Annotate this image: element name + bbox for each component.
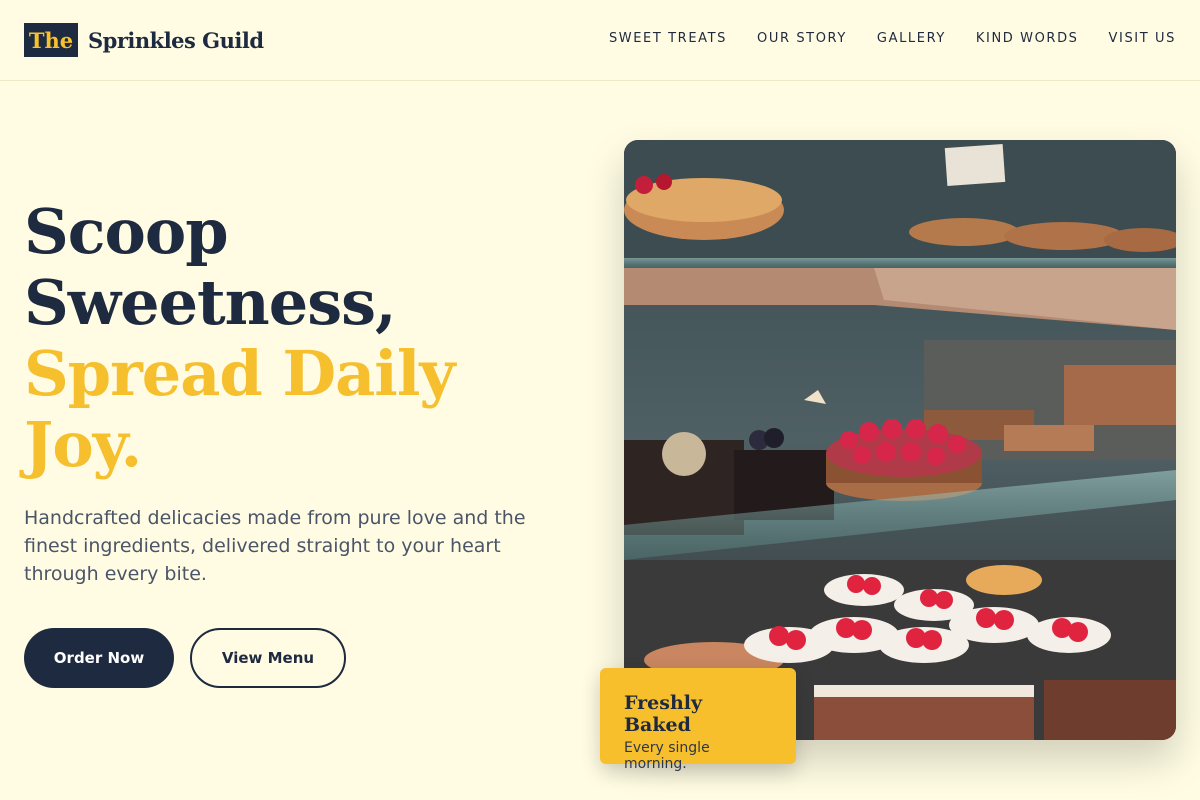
hero-title-line: Sweetness,	[24, 266, 397, 339]
hero-title-accent-line: Joy.	[24, 408, 142, 481]
badge-title: Freshly Baked	[624, 692, 703, 736]
nav-our-story[interactable]: OUR STORY	[757, 31, 847, 46]
freshly-baked-badge: Freshly Baked Every single morning.	[600, 668, 796, 772]
nav-gallery[interactable]: GALLERY	[877, 31, 946, 46]
badge-subtitle: Every single morning.	[624, 740, 710, 772]
hero-title-accent-line: Spread Daily	[24, 337, 455, 410]
main-nav: SWEET TREATS OUR STORY GALLERY KIND WORD…	[609, 31, 1176, 46]
site-header: The Sprinkles Guild SWEET TREATS OUR STO…	[0, 0, 1200, 81]
order-now-button[interactable]: Order Now	[24, 628, 174, 688]
nav-sweet-treats[interactable]: SWEET TREATS	[609, 31, 727, 46]
hero-title: Scoop Sweetness, Spread Daily Joy.	[24, 196, 544, 480]
logo-name: Sprinkles Guild	[88, 27, 264, 53]
nav-kind-words[interactable]: KIND WORDS	[976, 31, 1079, 46]
hero-subtitle: Handcrafted delicacies made from pure lo…	[24, 507, 526, 585]
bakery-display-photo	[624, 140, 1176, 740]
logo-mark: The	[24, 23, 78, 57]
hero-title-line: Scoop	[24, 195, 229, 268]
pastry-case-illustration	[624, 140, 1176, 740]
view-menu-button[interactable]: View Menu	[190, 628, 346, 688]
site-logo[interactable]: The Sprinkles Guild	[24, 23, 264, 57]
nav-visit-us[interactable]: VISIT US	[1109, 31, 1176, 46]
